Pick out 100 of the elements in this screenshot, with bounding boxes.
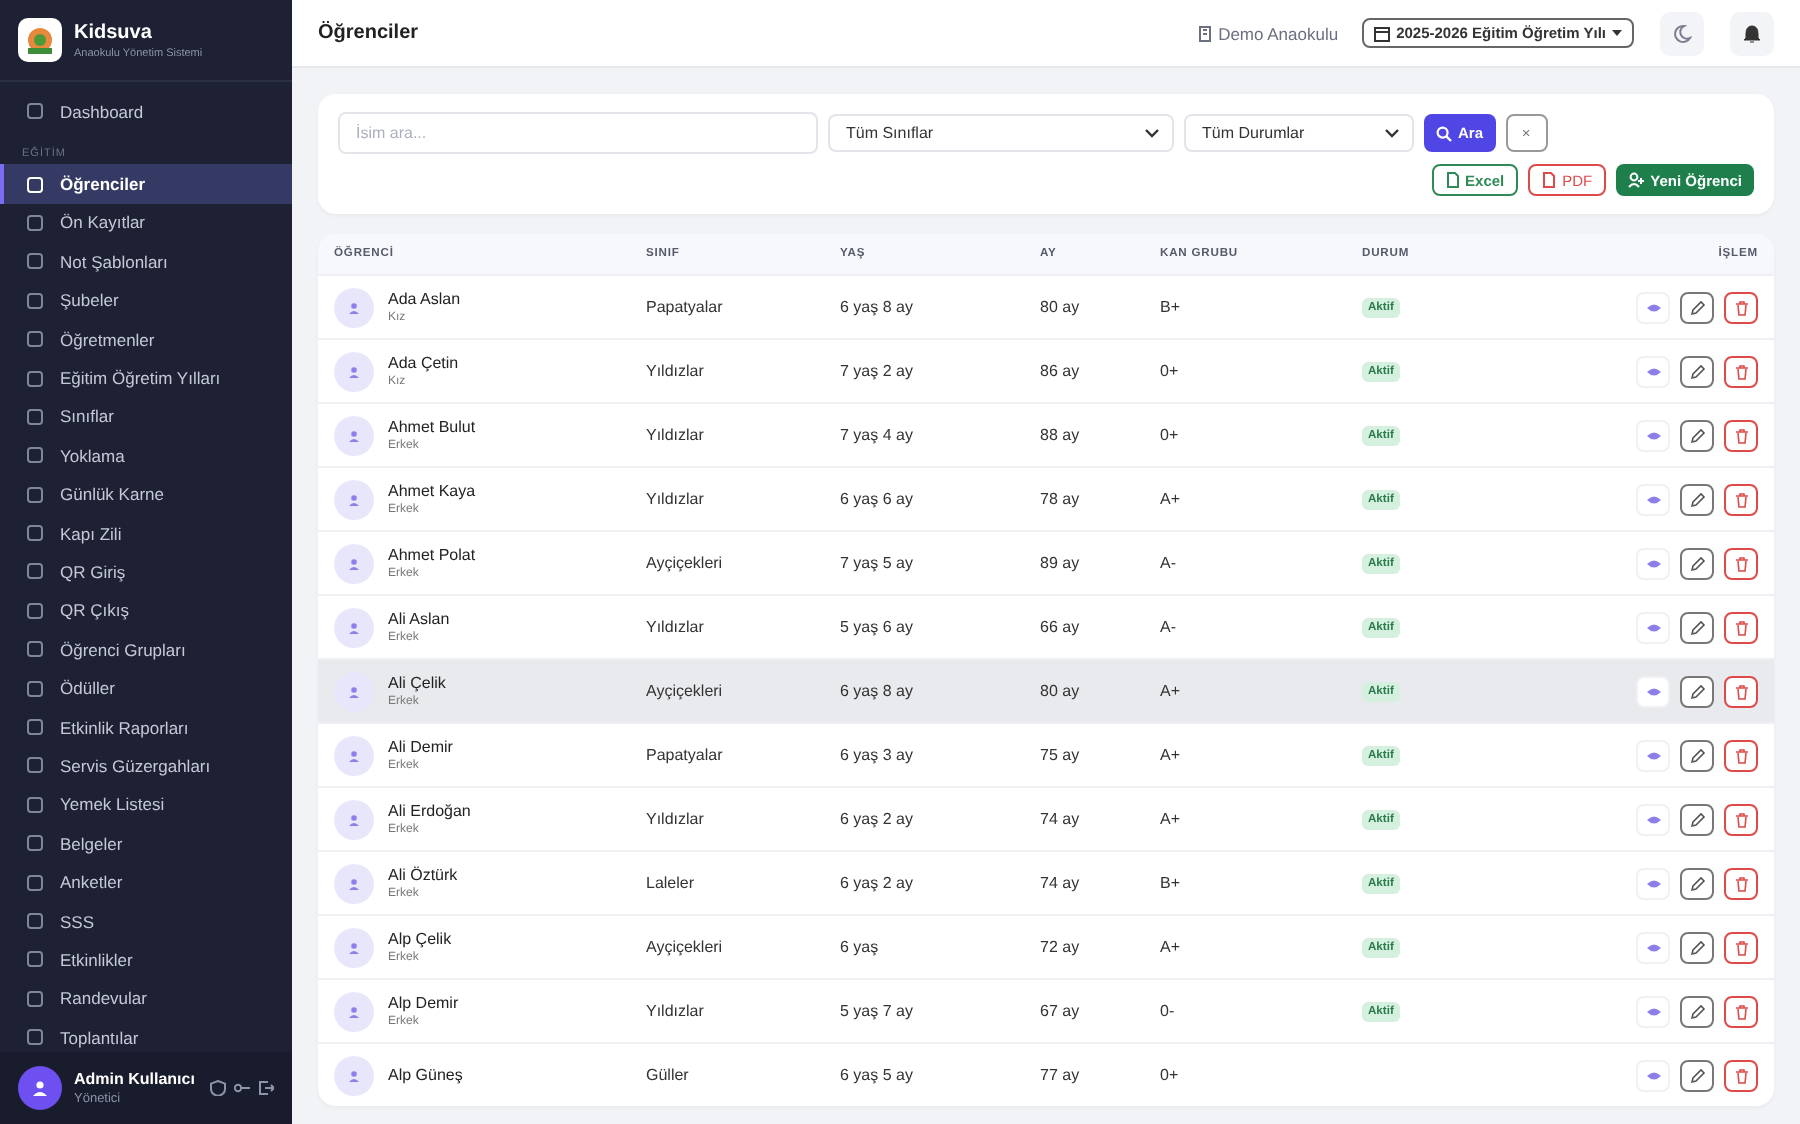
delete-button[interactable] xyxy=(1724,291,1758,323)
delete-button[interactable] xyxy=(1724,739,1758,771)
edit-button[interactable] xyxy=(1680,611,1714,643)
table-cell-text: 66 ay xyxy=(1040,618,1082,636)
view-button[interactable] xyxy=(1636,1059,1670,1091)
page-title: Öğrenciler xyxy=(318,22,421,44)
eye-icon xyxy=(1645,941,1661,953)
delete-button[interactable] xyxy=(1724,1059,1758,1091)
sidebar-item[interactable]: Ön Kayıtlar xyxy=(0,203,292,243)
sidebar-item[interactable]: SSS xyxy=(0,901,292,941)
sidebar-item[interactable]: Öğrenciler xyxy=(0,164,292,204)
edit-button[interactable] xyxy=(1680,1059,1714,1091)
square-icon xyxy=(26,1028,44,1047)
sidebar-item[interactable]: Randevular xyxy=(0,979,292,1018)
eye-icon xyxy=(1645,685,1661,697)
table-cell-text: Papatyalar xyxy=(646,298,725,316)
trash-icon xyxy=(1733,811,1749,827)
edit-button[interactable] xyxy=(1680,675,1714,707)
sidebar-item[interactable]: Eğitim Öğretim Yılları xyxy=(0,358,292,398)
delete-button[interactable] xyxy=(1724,611,1758,643)
pencil-icon xyxy=(1689,811,1705,827)
edit-button[interactable] xyxy=(1680,419,1714,451)
edit-button[interactable] xyxy=(1680,355,1714,387)
table-row[interactable]: Alp Güneş Güller 6 yaş 5 ay 77 ay 0+ xyxy=(318,1042,1774,1106)
view-button[interactable] xyxy=(1636,611,1670,643)
sidebar-item[interactable]: Not Şablonları xyxy=(0,242,292,282)
delete-button[interactable] xyxy=(1724,803,1758,835)
delete-button[interactable] xyxy=(1724,931,1758,963)
sidebar-item[interactable]: Sınıflar xyxy=(0,397,292,437)
edit-button[interactable] xyxy=(1680,483,1714,515)
theme-button[interactable] xyxy=(1660,11,1704,55)
view-button[interactable] xyxy=(1636,291,1670,323)
sidebar-item[interactable]: Toplantılar xyxy=(0,1017,292,1052)
edit-button[interactable] xyxy=(1680,547,1714,579)
person-icon xyxy=(348,493,360,505)
pencil-icon xyxy=(1689,747,1705,763)
logout-icon[interactable] xyxy=(258,1080,274,1096)
shield-icon[interactable] xyxy=(210,1080,226,1096)
edit-button[interactable] xyxy=(1680,803,1714,835)
sidebar-item[interactable]: Etkinlikler xyxy=(0,940,292,980)
view-button[interactable] xyxy=(1636,867,1670,899)
view-button[interactable] xyxy=(1636,547,1670,579)
pencil-icon xyxy=(1689,491,1705,507)
delete-button[interactable] xyxy=(1724,995,1758,1027)
edit-button[interactable] xyxy=(1680,739,1714,771)
sidebar-item[interactable]: Belgeler xyxy=(0,824,292,863)
sidebar-item[interactable]: Ödüller xyxy=(0,668,292,708)
eye-icon xyxy=(1645,749,1661,761)
sidebar-item[interactable]: Servis Güzergahları xyxy=(0,746,292,786)
square-icon xyxy=(26,601,44,620)
edit-button[interactable] xyxy=(1680,291,1714,323)
pencil-icon xyxy=(1689,1067,1705,1083)
view-button[interactable] xyxy=(1636,675,1670,707)
square-icon xyxy=(26,950,44,969)
edit-button[interactable] xyxy=(1680,867,1714,899)
view-button[interactable] xyxy=(1636,483,1670,515)
square-icon xyxy=(26,873,44,892)
table-cell-text: Yıldızlar xyxy=(646,362,706,380)
delete-button[interactable] xyxy=(1724,483,1758,515)
delete-button[interactable] xyxy=(1724,547,1758,579)
delete-button[interactable] xyxy=(1724,675,1758,707)
search-field[interactable]: İsim ara... xyxy=(338,112,818,154)
status-select[interactable]: Tüm Durumlar xyxy=(1184,114,1414,152)
person-icon xyxy=(348,365,360,377)
edit-button[interactable] xyxy=(1680,931,1714,963)
delete-button[interactable] xyxy=(1724,867,1758,899)
sidebar-item[interactable]: Anketler xyxy=(0,862,292,902)
eye-icon xyxy=(1645,301,1661,313)
sidebar-item[interactable]: Kapı Zili xyxy=(0,513,292,553)
sidebar-item[interactable]: Dashboard xyxy=(0,92,292,131)
sidebar-item[interactable]: Etkinlik Raporları xyxy=(0,707,292,747)
delete-button[interactable] xyxy=(1724,419,1758,451)
square-icon xyxy=(26,756,44,775)
person-icon xyxy=(348,1069,360,1081)
student-name: Alp Çelik xyxy=(388,930,452,948)
sidebar-item[interactable]: Yemek Listesi xyxy=(0,785,292,825)
class-select[interactable]: Tüm Sınıflar xyxy=(828,114,1174,152)
notification-button[interactable] xyxy=(1730,11,1774,55)
delete-button[interactable] xyxy=(1724,355,1758,387)
sidebar-item[interactable]: Öğrenci Grupları xyxy=(0,630,292,669)
student-name: Ada Aslan xyxy=(388,290,461,308)
eye-icon xyxy=(1645,877,1661,889)
view-button[interactable] xyxy=(1636,931,1670,963)
sidebar-item[interactable]: Günlük Karne xyxy=(0,475,292,514)
sidebar-item[interactable]: Yoklama xyxy=(0,436,292,476)
view-button[interactable] xyxy=(1636,739,1670,771)
edit-button[interactable] xyxy=(1680,995,1714,1027)
caret-icon xyxy=(1612,30,1622,36)
sidebar-item[interactable]: Öğretmenler xyxy=(0,319,292,359)
key-icon[interactable] xyxy=(234,1080,250,1096)
view-button[interactable] xyxy=(1636,995,1670,1027)
table-cell-text: A+ xyxy=(1160,490,1183,508)
table-cell-text: 0+ xyxy=(1160,426,1181,444)
view-button[interactable] xyxy=(1636,803,1670,835)
view-button[interactable] xyxy=(1636,419,1670,451)
chevron-icon xyxy=(1144,128,1160,138)
sidebar-item[interactable]: Şubeler xyxy=(0,281,292,320)
view-button[interactable] xyxy=(1636,355,1670,387)
sidebar-item[interactable]: QR Çıkış xyxy=(0,591,292,631)
sidebar-item[interactable]: QR Giriş xyxy=(0,552,292,592)
